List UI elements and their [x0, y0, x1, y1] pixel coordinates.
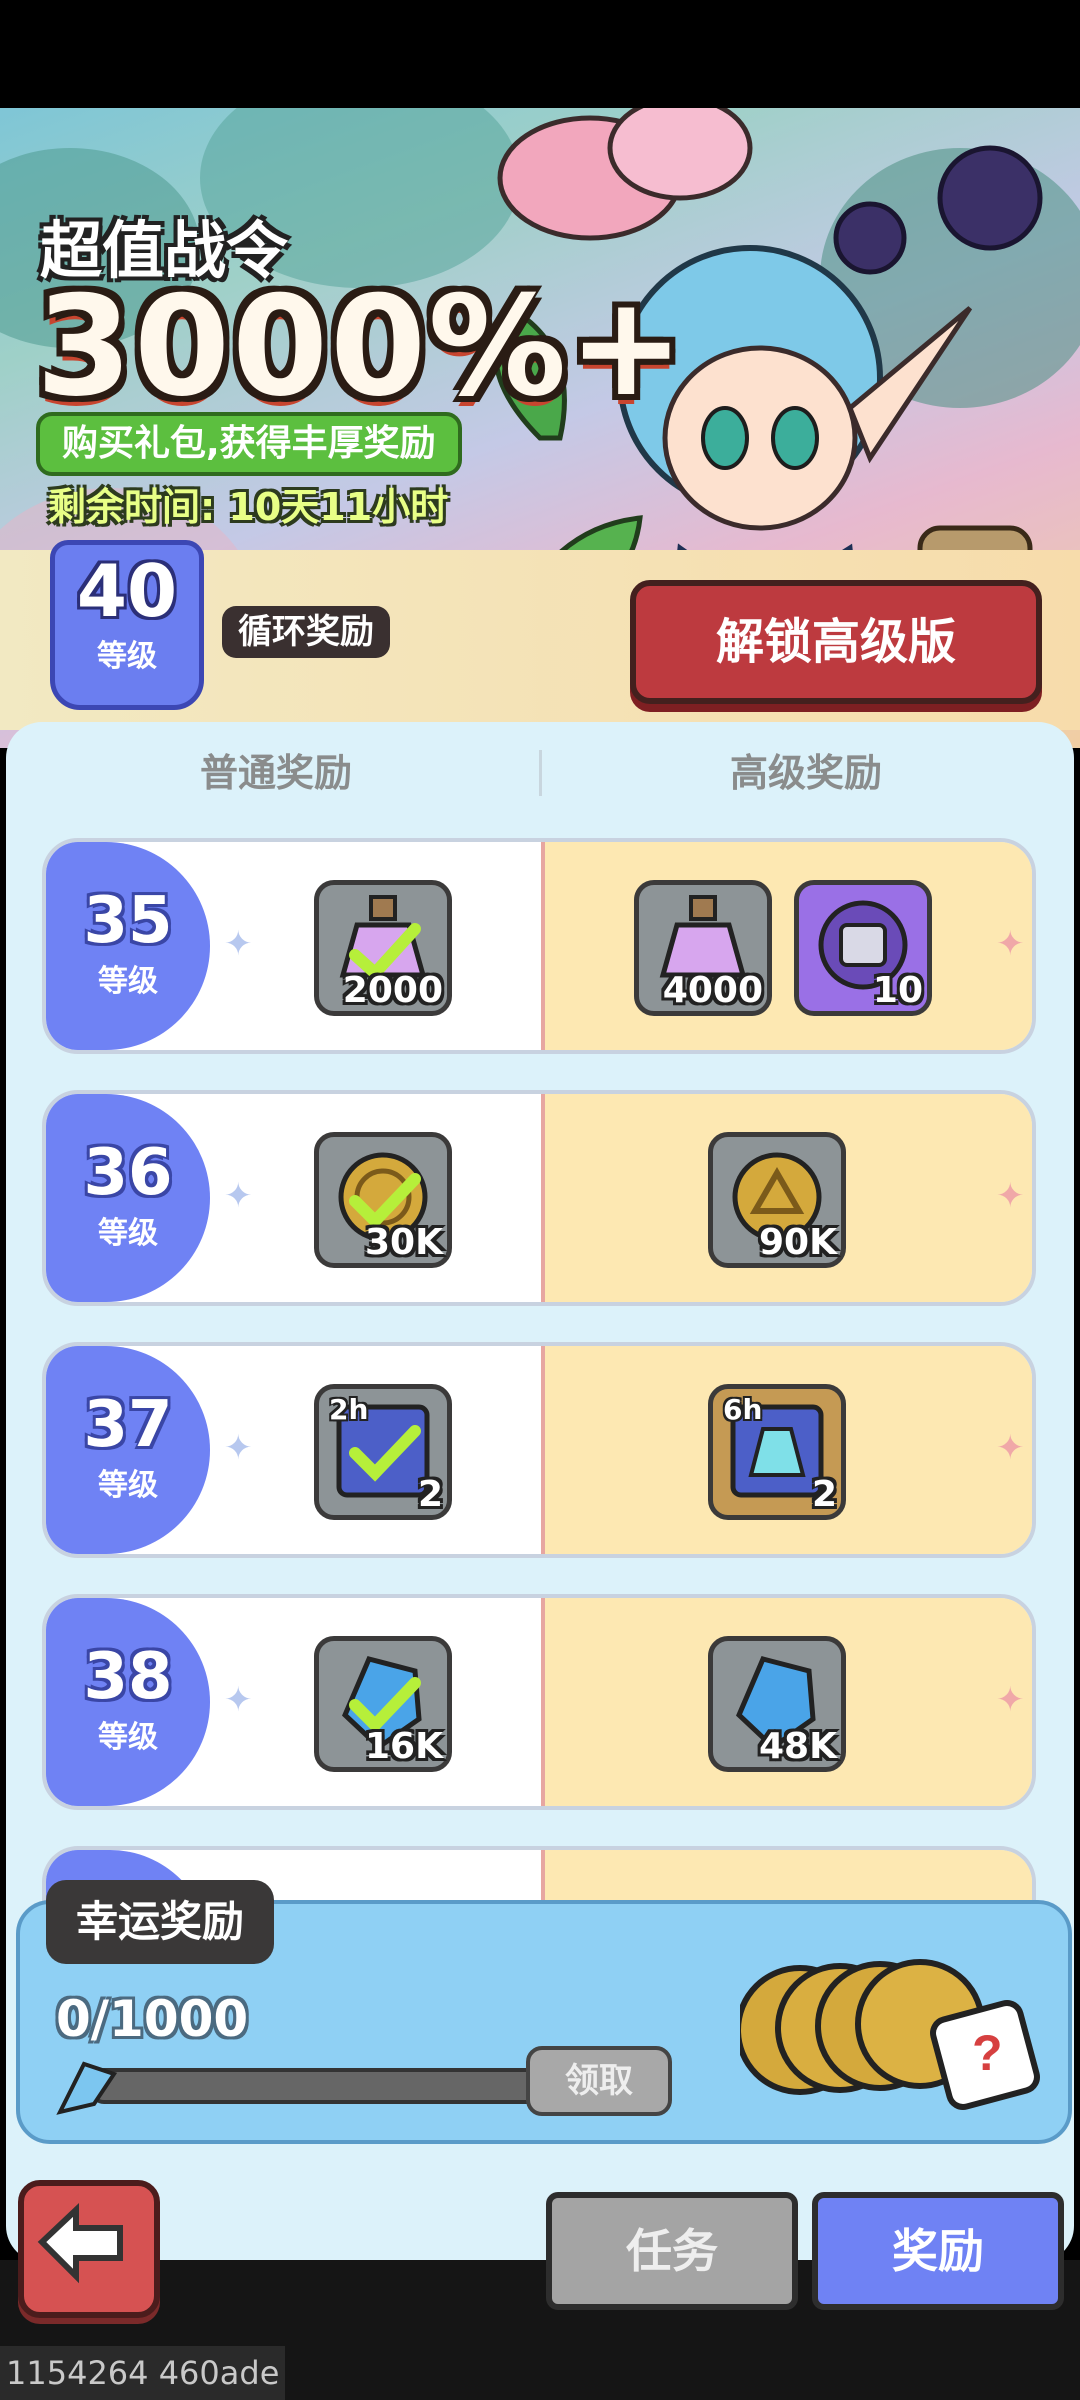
status-bar	[0, 0, 1080, 108]
tab-tasks[interactable]: 任务	[546, 2192, 798, 2310]
normal-reward-potion[interactable]: 2000	[314, 880, 452, 1016]
sparkle-icon: ✦	[996, 924, 1025, 964]
svg-text:?: ?	[972, 2025, 1003, 2081]
current-level-badge: 40 等级	[50, 540, 204, 710]
promo-text: 购买礼包,获得丰厚奖励	[36, 412, 462, 476]
time-remaining: 剩余时间: 10天11小时	[48, 485, 449, 529]
cycle-reward-button[interactable]: 循环奖励	[222, 606, 390, 658]
duration-tag: 2h	[329, 1393, 369, 1426]
premium-reward-potion[interactable]: 4000	[634, 880, 772, 1016]
current-level-number: 40	[76, 549, 178, 633]
reward-quantity: 2	[417, 1474, 443, 1515]
sparkle-icon: ✦	[224, 1680, 253, 1720]
premium-rewards-header: 高级奖励	[729, 751, 882, 795]
reward-quantity: 10	[872, 970, 923, 1011]
tab-rewards[interactable]: 奖励	[812, 2192, 1064, 2310]
normal-reward-crystal[interactable]: 16K	[314, 1636, 452, 1772]
coin-stack-dice-icon: ?	[740, 1959, 1040, 2110]
reward-quantity: 30K	[365, 1222, 443, 1263]
reward-quantity: 90K	[759, 1222, 837, 1263]
normal-reward-coin[interactable]: 30K	[314, 1132, 452, 1268]
feather-icon	[56, 2061, 118, 2115]
sparkle-icon: ✦	[224, 924, 253, 964]
reward-quantity: 2000	[342, 970, 443, 1011]
premium-reward-gear-chest[interactable]: 10	[794, 880, 932, 1016]
unlock-premium-button[interactable]: 解锁高级版	[630, 580, 1042, 704]
lucky-reward-title: 幸运奖励	[46, 1880, 275, 1964]
sparkle-icon: ✦	[224, 1176, 253, 1216]
reward-row: 38 等级 ✦ ✦ 16K 48K	[42, 1594, 1036, 1810]
reward-row: 35 等级 ✦ ✦ 2000 4000 10	[42, 838, 1036, 1054]
reward-quantity: 4000	[662, 970, 763, 1011]
premium-reward-coin[interactable]: 90K	[708, 1132, 846, 1268]
back-arrow-icon	[37, 2203, 123, 2284]
lucky-progress-bar	[90, 2068, 548, 2104]
normal-rewards-header: 普通奖励	[199, 751, 352, 795]
claim-button[interactable]: 领取	[526, 2046, 672, 2116]
reward-quantity: 48K	[759, 1726, 837, 1767]
premium-reward-time-ticket[interactable]: 6h 2	[708, 1384, 846, 1520]
normal-reward-time-ticket[interactable]: 2h 2	[314, 1384, 452, 1520]
premium-reward-crystal[interactable]: 48K	[708, 1636, 846, 1772]
duration-tag: 6h	[723, 1393, 763, 1426]
reward-row: 36 等级 ✦ ✦ 30K 90K	[42, 1090, 1036, 1306]
back-button[interactable]	[18, 2180, 160, 2318]
current-level-label: 等级	[97, 639, 157, 674]
sparkle-icon: ✦	[224, 1428, 253, 1468]
value-percentage: 3000%+	[36, 266, 686, 427]
column-divider	[539, 750, 542, 796]
reward-row: 37 等级 ✦ ✦ 2h 2 6h 2	[42, 1342, 1036, 1558]
debug-overlay-text: 1154264 460ade	[0, 2346, 286, 2400]
sparkle-icon: ✦	[996, 1680, 1025, 1720]
sparkle-icon: ✦	[996, 1176, 1025, 1216]
reward-quantity: 2	[811, 1474, 837, 1515]
reward-quantity: 16K	[365, 1726, 443, 1767]
lucky-progress-text: 0/1000	[56, 1990, 249, 2048]
sparkle-icon: ✦	[996, 1428, 1025, 1468]
